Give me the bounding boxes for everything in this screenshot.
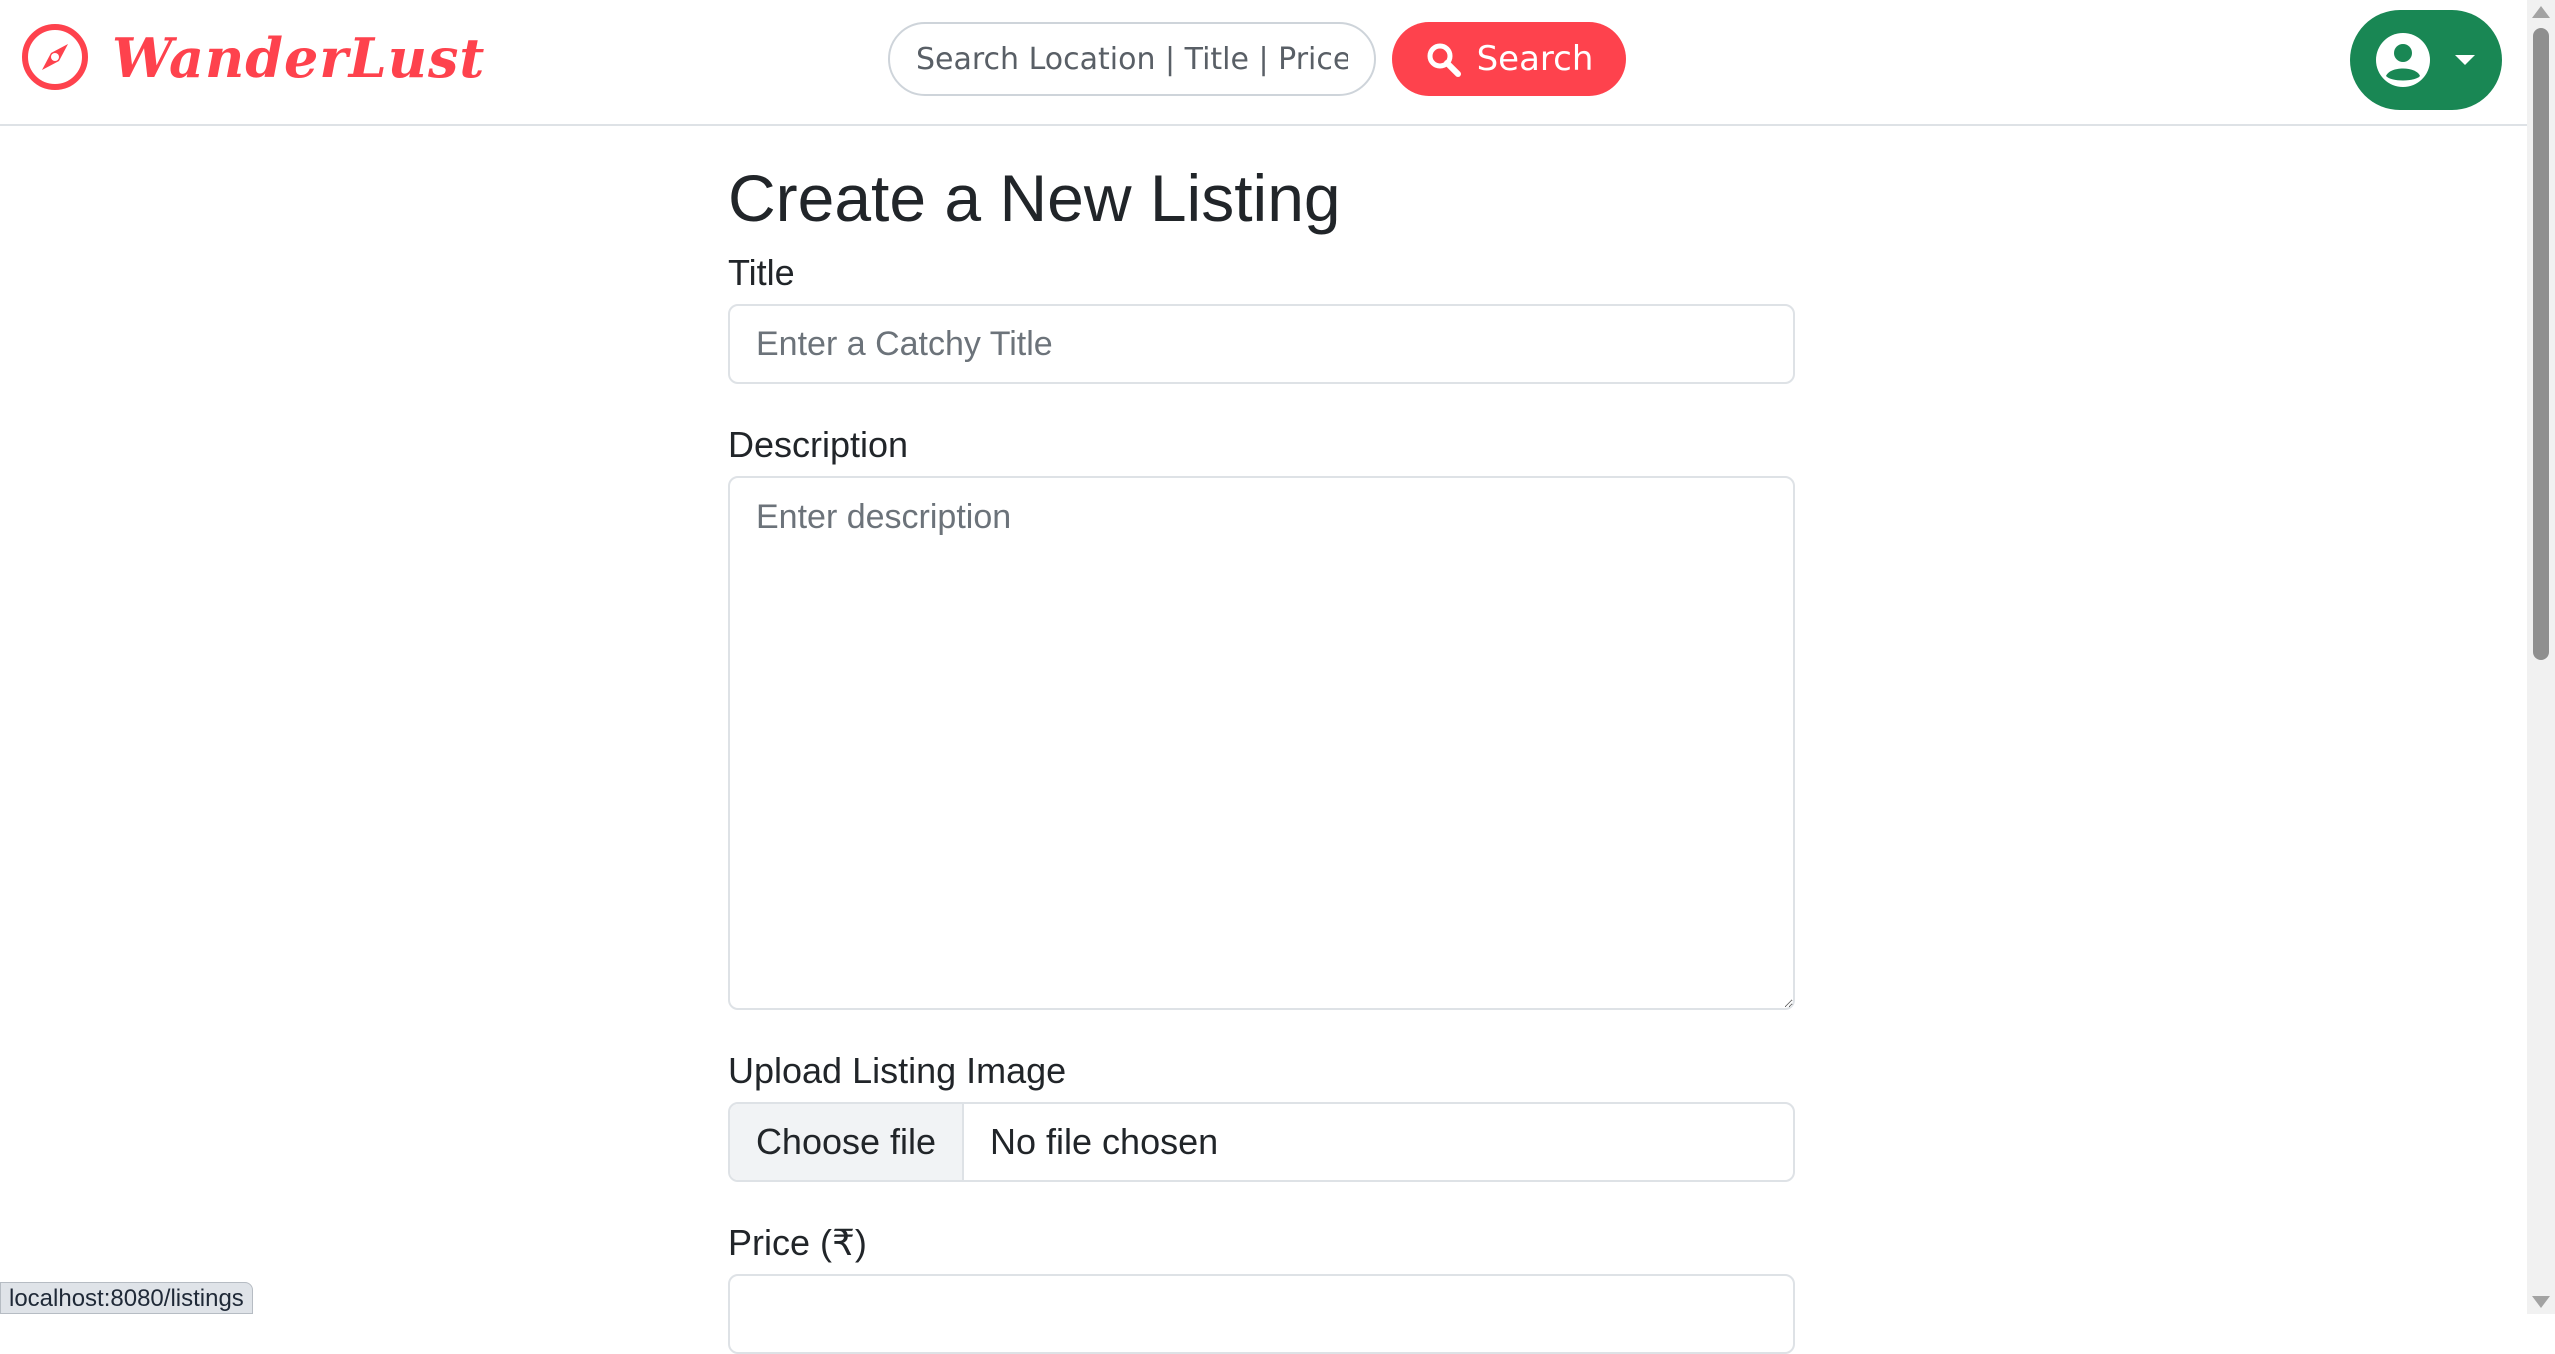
search-input[interactable] bbox=[888, 22, 1376, 96]
status-bar-url: localhost:8080/listings bbox=[0, 1282, 253, 1314]
price-input[interactable] bbox=[728, 1274, 1795, 1354]
title-label: Title bbox=[728, 252, 795, 293]
price-label: Price (₹) bbox=[728, 1222, 867, 1263]
scrollbar[interactable] bbox=[2527, 0, 2555, 1314]
description-label: Description bbox=[728, 424, 909, 465]
file-status-text: No file chosen bbox=[990, 1121, 1219, 1162]
page-title: Create a New Listing bbox=[728, 161, 1341, 235]
user-menu-button[interactable] bbox=[2350, 10, 2502, 110]
compass-icon[interactable] bbox=[20, 22, 90, 92]
brand-name[interactable]: WanderLust bbox=[112, 18, 485, 98]
search-icon bbox=[1427, 43, 1461, 77]
caret-down-icon bbox=[2455, 55, 2475, 65]
choose-file-button[interactable]: Choose file bbox=[730, 1104, 964, 1180]
scroll-down-arrow-icon[interactable] bbox=[2532, 1296, 2550, 1308]
description-input[interactable] bbox=[728, 476, 1795, 1010]
navbar: WanderLust Search bbox=[0, 0, 2527, 126]
title-input[interactable] bbox=[728, 304, 1795, 384]
search-button[interactable]: Search bbox=[1392, 22, 1626, 96]
scroll-up-arrow-icon[interactable] bbox=[2532, 6, 2550, 18]
search-button-label: Search bbox=[1476, 39, 1594, 79]
scroll-thumb[interactable] bbox=[2533, 28, 2549, 660]
image-upload-input[interactable]: Choose file No file chosen bbox=[728, 1102, 1795, 1182]
new-listing-form: Create a New Listing Title Description U… bbox=[728, 150, 1795, 1354]
image-upload-label: Upload Listing Image bbox=[728, 1050, 1067, 1091]
user-circle-icon bbox=[2376, 33, 2430, 87]
